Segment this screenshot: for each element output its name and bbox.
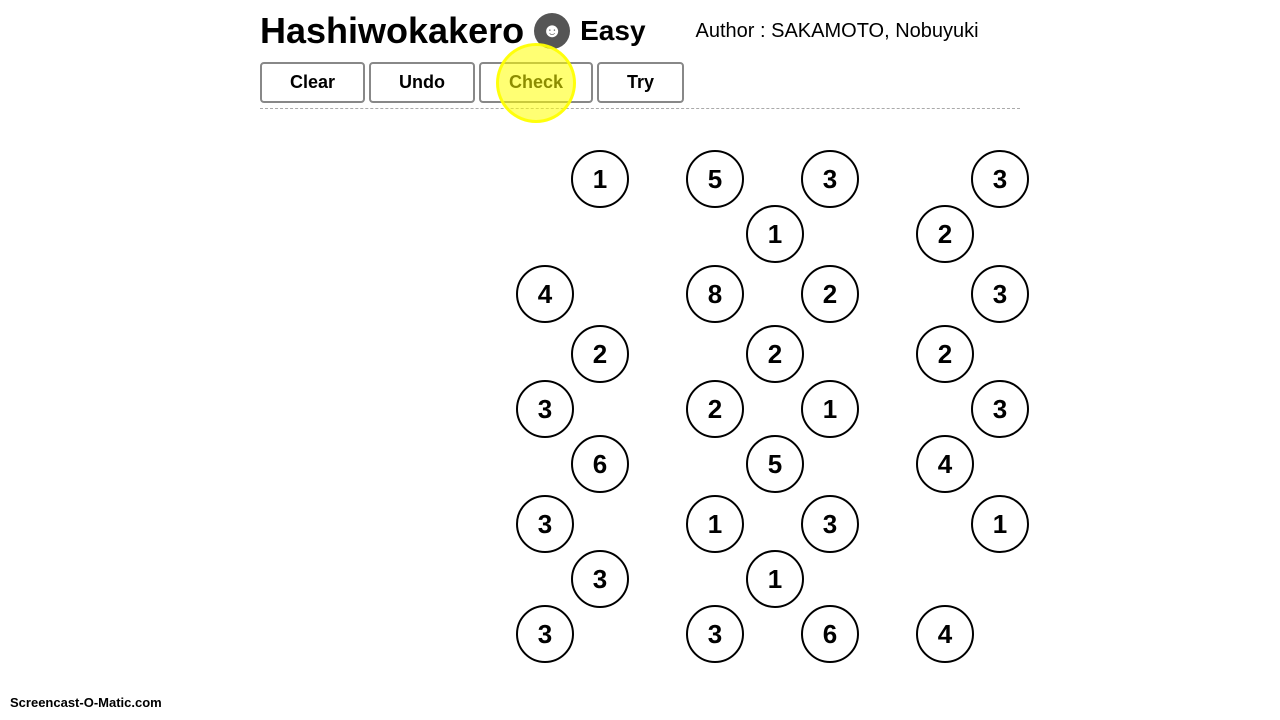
check-button[interactable]: Check [479, 62, 593, 103]
node-n9[interactable]: 2 [801, 265, 859, 323]
node-n19[interactable]: 5 [746, 435, 804, 493]
node-n11[interactable]: 2 [571, 325, 629, 383]
node-n13[interactable]: 2 [916, 325, 974, 383]
node-n23[interactable]: 3 [801, 495, 859, 553]
node-n7[interactable]: 4 [516, 265, 574, 323]
puzzle-area: 153312482322232136543131313364 [260, 109, 1280, 709]
toolbar: Clear Undo Check Try [0, 57, 1280, 108]
node-n6[interactable]: 2 [916, 205, 974, 263]
node-n24[interactable]: 1 [971, 495, 1029, 553]
node-n20[interactable]: 4 [916, 435, 974, 493]
node-n18[interactable]: 6 [571, 435, 629, 493]
node-n1[interactable]: 1 [571, 150, 629, 208]
node-n30[interactable]: 4 [916, 605, 974, 663]
puzzle-icon: ☻ [534, 13, 570, 49]
node-n28[interactable]: 3 [686, 605, 744, 663]
node-n8[interactable]: 8 [686, 265, 744, 323]
node-n10[interactable]: 3 [971, 265, 1029, 323]
node-n22[interactable]: 1 [686, 495, 744, 553]
clear-button[interactable]: Clear [260, 62, 365, 103]
node-n17[interactable]: 3 [971, 380, 1029, 438]
try-button[interactable]: Try [597, 62, 684, 103]
difficulty-label: Easy [580, 15, 645, 47]
author-label: Author : SAKAMOTO, Nobuyuki [696, 20, 979, 43]
node-n27[interactable]: 3 [516, 605, 574, 663]
undo-button[interactable]: Undo [369, 62, 475, 103]
node-n5[interactable]: 1 [746, 205, 804, 263]
node-n14[interactable]: 3 [516, 380, 574, 438]
node-n3[interactable]: 3 [801, 150, 859, 208]
node-n15[interactable]: 2 [686, 380, 744, 438]
node-n4[interactable]: 3 [971, 150, 1029, 208]
game-title: Hashiwokakero [260, 10, 524, 52]
node-n25[interactable]: 3 [571, 550, 629, 608]
node-n16[interactable]: 1 [801, 380, 859, 438]
node-n12[interactable]: 2 [746, 325, 804, 383]
header: Hashiwokakero ☻ Easy Author : SAKAMOTO, … [0, 0, 1280, 57]
check-button-wrapper: Check [479, 62, 593, 103]
node-n2[interactable]: 5 [686, 150, 744, 208]
watermark: Screencast-O-Matic.com [10, 695, 162, 710]
node-n29[interactable]: 6 [801, 605, 859, 663]
node-n26[interactable]: 1 [746, 550, 804, 608]
node-n21[interactable]: 3 [516, 495, 574, 553]
